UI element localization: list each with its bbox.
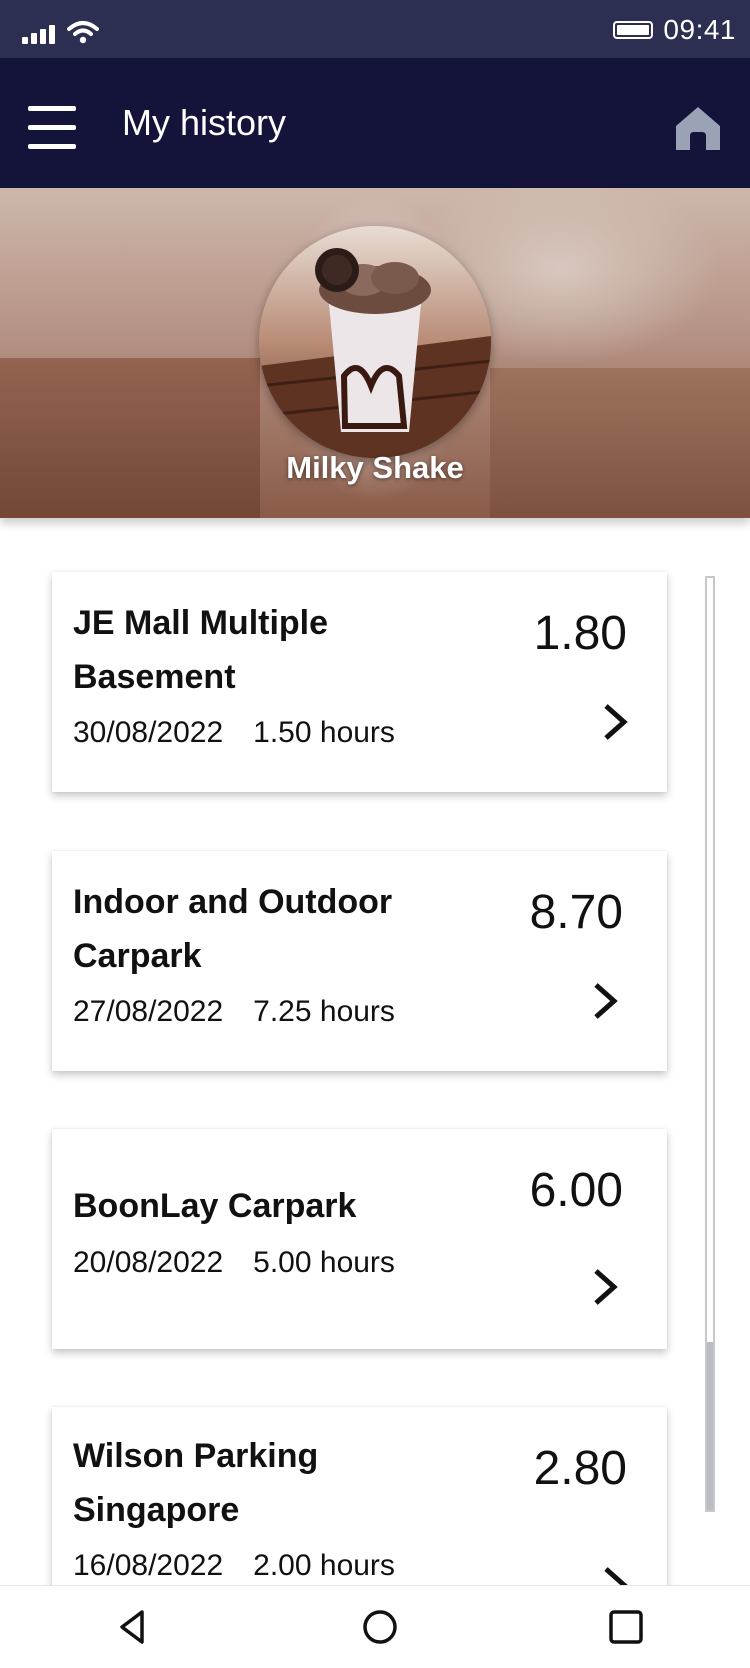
session-date: 16/08/2022 bbox=[73, 1549, 224, 1582]
chevron-right-icon[interactable] bbox=[588, 1267, 622, 1307]
session-date: 30/08/2022 bbox=[73, 716, 224, 749]
system-nav-bar bbox=[0, 1585, 750, 1668]
chevron-right-icon[interactable] bbox=[588, 981, 622, 1021]
session-date: 27/08/2022 bbox=[73, 995, 224, 1028]
back-icon[interactable] bbox=[110, 1604, 156, 1650]
battery-icon bbox=[613, 21, 654, 39]
home-button[interactable] bbox=[674, 104, 722, 152]
session-meta: 30/08/2022 1.50 hours bbox=[73, 716, 395, 750]
session-meta: 16/08/2022 2.00 hours bbox=[73, 1549, 395, 1583]
menu-icon bbox=[28, 106, 76, 111]
session-amount: 8.70 bbox=[529, 886, 623, 939]
session-hours: 1.50 hours bbox=[253, 716, 395, 749]
signal-icon bbox=[22, 22, 55, 44]
session-hours: 5.00 hours bbox=[253, 1246, 395, 1279]
chevron-right-icon[interactable] bbox=[598, 1565, 632, 1585]
carpark-name: Indoor and Outdoor Carpark bbox=[73, 883, 393, 975]
session-date: 20/08/2022 bbox=[73, 1246, 224, 1279]
session-meta: 27/08/2022 7.25 hours bbox=[73, 995, 395, 1029]
wifi-icon bbox=[67, 21, 99, 44]
history-card[interactable]: BoonLay Carpark 20/08/2022 5.00 hours 6.0… bbox=[52, 1129, 667, 1349]
page-title: My history bbox=[122, 102, 287, 143]
profile-header: Milky Shake bbox=[0, 188, 750, 518]
status-bar: 09:41 bbox=[0, 0, 750, 58]
scrollbar-thumb[interactable] bbox=[707, 1342, 713, 1510]
home-circle-icon[interactable] bbox=[357, 1604, 403, 1650]
status-icons-left bbox=[22, 20, 99, 44]
home-icon bbox=[676, 107, 720, 150]
avatar[interactable] bbox=[259, 226, 491, 458]
status-icons-right: 09:41 bbox=[613, 14, 736, 46]
menu-button[interactable] bbox=[28, 106, 76, 154]
session-amount: 6.00 bbox=[529, 1164, 623, 1217]
session-amount: 1.80 bbox=[533, 607, 627, 660]
recents-icon[interactable] bbox=[603, 1604, 649, 1650]
scrollbar[interactable] bbox=[705, 576, 715, 1512]
history-card[interactable]: JE Mall Multiple Basement 30/08/2022 1.50… bbox=[52, 572, 667, 792]
history-card[interactable]: Wilson Parking Singapore 16/08/2022 2.00 … bbox=[52, 1407, 667, 1585]
milkshake-photo bbox=[259, 226, 491, 458]
carpark-name: Wilson Parking Singapore bbox=[73, 1437, 319, 1529]
session-amount: 2.80 bbox=[533, 1442, 627, 1495]
history-card[interactable]: Indoor and Outdoor Carpark 27/08/2022 7.2… bbox=[52, 851, 667, 1071]
status-time: 09:41 bbox=[663, 14, 736, 45]
history-list[interactable]: JE Mall Multiple Basement 30/08/2022 1.50… bbox=[0, 518, 750, 1585]
carpark-name: JE Mall Multiple Basement bbox=[73, 604, 329, 696]
session-hours: 2.00 hours bbox=[253, 1549, 395, 1582]
session-hours: 7.25 hours bbox=[253, 995, 395, 1028]
profile-name: Milky Shake bbox=[286, 450, 464, 485]
carpark-name: BoonLay Carpark bbox=[73, 1187, 357, 1225]
session-meta: 20/08/2022 5.00 hours bbox=[73, 1246, 395, 1280]
chevron-right-icon[interactable] bbox=[598, 702, 632, 742]
app-bar: My history bbox=[0, 58, 750, 188]
